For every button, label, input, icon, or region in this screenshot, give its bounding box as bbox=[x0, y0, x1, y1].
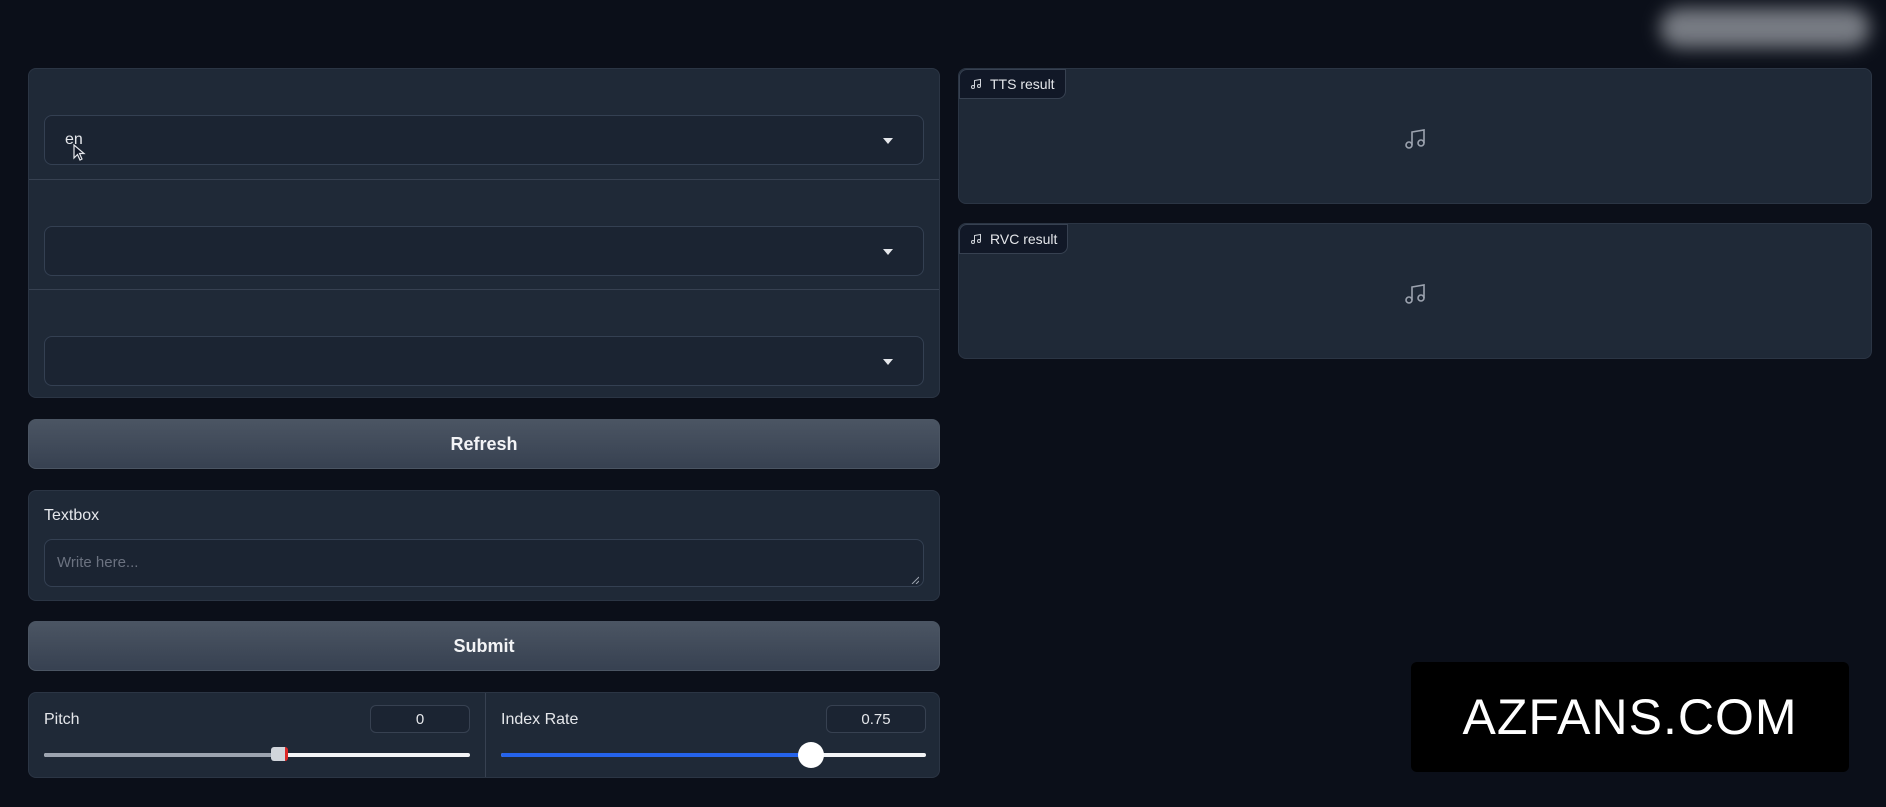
mouse-cursor-icon bbox=[73, 144, 86, 161]
pitch-slider-fill bbox=[44, 753, 279, 757]
music-note-icon bbox=[1405, 284, 1425, 304]
index-rate-slider-group: Index Rate 0.75 bbox=[485, 693, 941, 777]
index-rate-number-input[interactable]: 0.75 bbox=[826, 705, 926, 733]
pitch-slider-group: Pitch 0 bbox=[29, 693, 485, 777]
textbox-panel: Textbox bbox=[28, 490, 940, 601]
tts-result-label: TTS result bbox=[990, 76, 1055, 92]
tts-result-tag: TTS result bbox=[959, 69, 1066, 99]
index-rate-slider-thumb[interactable] bbox=[798, 742, 825, 768]
chevron-down-icon bbox=[883, 249, 893, 255]
index-rate-slider-fill bbox=[501, 753, 812, 757]
dropdown-2[interactable] bbox=[44, 226, 924, 276]
rvc-result-panel: RVC result bbox=[958, 223, 1872, 359]
dropdown-3[interactable] bbox=[44, 336, 924, 386]
dropdown-row-3 bbox=[29, 289, 939, 397]
music-note-icon bbox=[1405, 129, 1425, 149]
language-dropdown[interactable]: en bbox=[44, 115, 924, 165]
slider-panel: Pitch 0 Index Rate 0.75 bbox=[28, 692, 940, 778]
dropdown-group: en bbox=[28, 68, 940, 398]
index-rate-label: Index Rate bbox=[501, 711, 579, 728]
tts-result-panel: TTS result bbox=[958, 68, 1872, 204]
index-rate-slider-track[interactable] bbox=[501, 742, 926, 768]
refresh-button[interactable]: Refresh bbox=[28, 419, 940, 469]
pitch-number-input[interactable]: 0 bbox=[370, 705, 470, 733]
blurred-header-text bbox=[1660, 8, 1870, 48]
rvc-result-label: RVC result bbox=[990, 231, 1058, 247]
watermark: AZFANS.COM bbox=[1411, 662, 1849, 772]
music-note-icon bbox=[971, 78, 981, 89]
chevron-down-icon bbox=[883, 138, 893, 144]
chevron-down-icon bbox=[883, 359, 893, 365]
rvc-result-tag: RVC result bbox=[959, 224, 1069, 254]
text-input[interactable] bbox=[44, 539, 924, 587]
textbox-label: Textbox bbox=[44, 507, 100, 524]
resize-grip-icon[interactable] bbox=[911, 576, 919, 584]
submit-button[interactable]: Submit bbox=[28, 621, 940, 671]
dropdown-row-language: en bbox=[29, 69, 939, 179]
music-note-icon bbox=[971, 233, 981, 244]
pitch-label: Pitch bbox=[44, 711, 80, 728]
pitch-slider-thumb[interactable] bbox=[271, 747, 289, 761]
pitch-slider-track[interactable] bbox=[44, 747, 470, 761]
dropdown-row-2 bbox=[29, 179, 939, 289]
